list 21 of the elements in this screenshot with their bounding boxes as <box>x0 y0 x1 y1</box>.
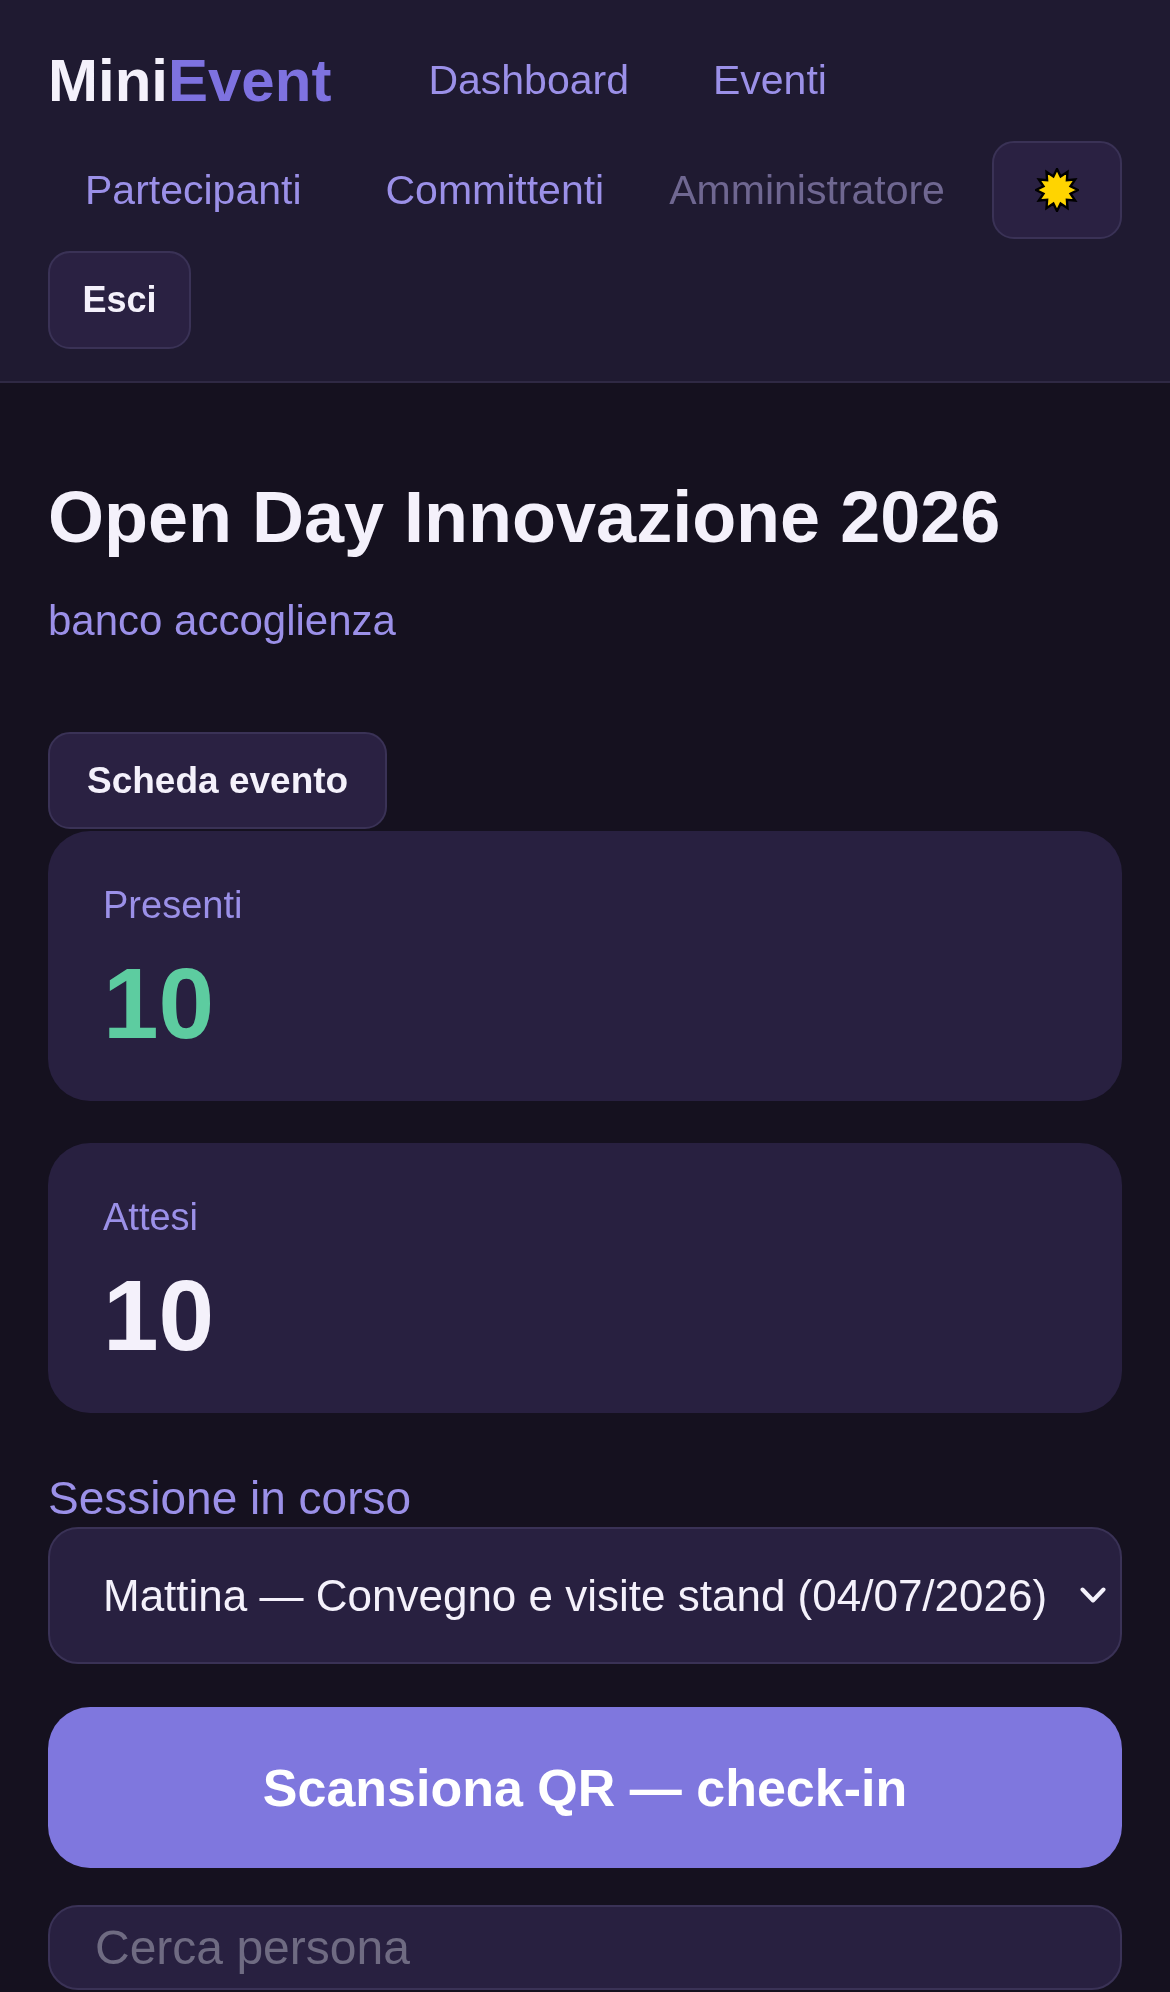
event-details-button[interactable]: Scheda evento <box>48 732 388 829</box>
logout-button[interactable]: Esci <box>48 251 191 349</box>
event-subtitle: banco accoglienza <box>48 596 396 646</box>
stat-label: Presenti <box>103 883 244 928</box>
stat-value: 10 <box>103 1265 216 1365</box>
session-select[interactable]: Mattina — Convegno e visite stand (04/07/2026) <box>48 1527 1122 1664</box>
search-field[interactable]: Cerca persona <box>48 1905 1122 1990</box>
nav-link[interactable]: Eventi <box>675 31 864 129</box>
nav-link[interactable]: Dashboard <box>391 31 666 129</box>
event-title: Open Day Innovazione 2026 <box>48 476 1001 559</box>
user-role: Amministratore <box>668 165 946 215</box>
nav-link[interactable]: Partecipanti <box>48 141 339 239</box>
stat-value: 10 <box>103 953 216 1053</box>
stat-label: Attesi <box>103 1195 200 1240</box>
sun-icon <box>1035 168 1079 212</box>
theme-toggle-button[interactable] <box>992 141 1122 239</box>
nav-link[interactable]: Committenti <box>348 141 642 239</box>
session-label: Sessione in corso <box>48 1471 412 1526</box>
chevron-down-icon <box>1080 1587 1106 1604</box>
scan-qr-button[interactable]: Scansiona QR — check-in <box>48 1707 1122 1868</box>
logo: MiniEvent <box>48 45 332 116</box>
